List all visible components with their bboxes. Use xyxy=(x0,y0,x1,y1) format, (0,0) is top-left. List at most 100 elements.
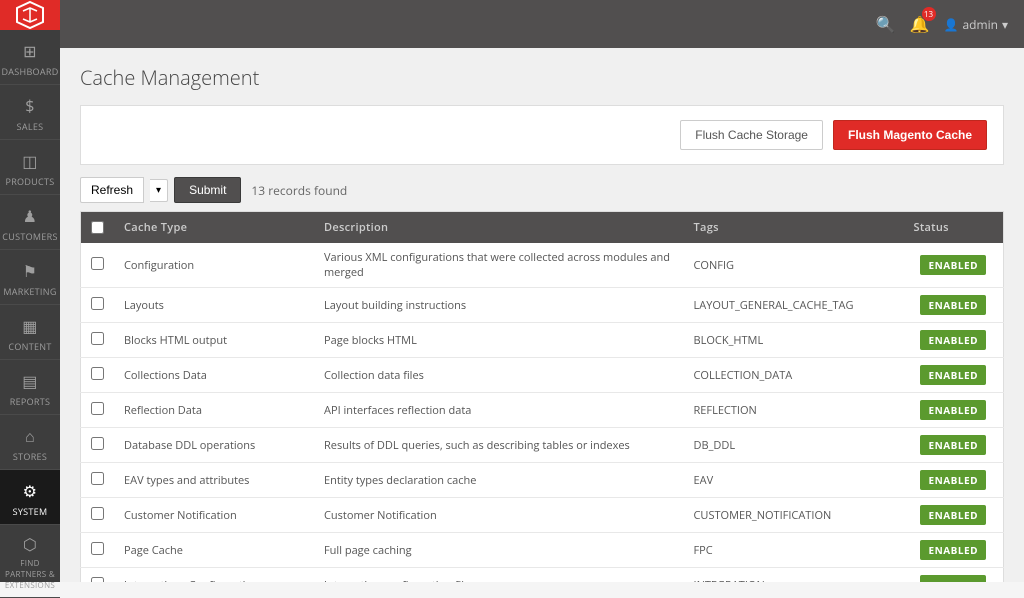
row-checkbox-cell xyxy=(81,243,115,288)
sidebar-item-extensions[interactable]: ⬡ Find Partners & Extensions xyxy=(0,525,60,598)
sidebar-item-label: Customers xyxy=(2,230,57,243)
cache-type-cell: Collections Data xyxy=(114,358,314,393)
dashboard-icon: ⊞ xyxy=(23,40,37,62)
select-all-checkbox[interactable] xyxy=(91,221,104,234)
table-row: EAV types and attributes Entity types de… xyxy=(81,463,1004,498)
table-row: Customer Notification Customer Notificat… xyxy=(81,498,1004,533)
status-badge: ENABLED xyxy=(920,400,986,420)
sidebar: ⊞ Dashboard $ Sales ◫ Products ♟ Custome… xyxy=(0,0,60,582)
top-bar: 🔍 🔔 13 👤 admin ▾ xyxy=(60,0,1024,48)
customers-icon: ♟ xyxy=(23,205,38,227)
description-cell: Layout building instructions xyxy=(314,288,684,323)
sidebar-item-content[interactable]: ▦ Content xyxy=(0,305,60,360)
status-badge: ENABLED xyxy=(920,365,986,385)
sidebar-item-label: Find Partners & Extensions xyxy=(4,558,56,591)
row-checkbox-cell xyxy=(81,568,115,583)
row-checkbox[interactable] xyxy=(91,437,104,450)
cache-type-header: Cache Type xyxy=(114,212,314,244)
tags-cell: DB_DDL xyxy=(684,428,904,463)
status-badge: ENABLED xyxy=(920,505,986,525)
row-checkbox[interactable] xyxy=(91,542,104,555)
sidebar-logo[interactable] xyxy=(0,0,60,30)
notification-bell[interactable]: 🔔 13 xyxy=(910,13,930,35)
description-header: Description xyxy=(314,212,684,244)
content-area: Cache Management Flush Cache Storage Flu… xyxy=(60,48,1024,582)
sidebar-item-marketing[interactable]: ⚑ Marketing xyxy=(0,250,60,305)
status-badge: ENABLED xyxy=(920,540,986,560)
cache-type-cell: Configuration xyxy=(114,243,314,288)
main-content: 🔍 🔔 13 👤 admin ▾ Cache Management Flush … xyxy=(60,0,1024,582)
cache-table: Cache Type Description Tags Status Confi… xyxy=(80,211,1004,582)
reports-icon: ▤ xyxy=(22,370,37,392)
status-cell: ENABLED xyxy=(904,533,1004,568)
status-cell: ENABLED xyxy=(904,243,1004,288)
status-cell: ENABLED xyxy=(904,568,1004,583)
row-checkbox[interactable] xyxy=(91,402,104,415)
flush-magento-cache-button[interactable]: Flush Magento Cache xyxy=(833,120,987,150)
records-count: 13 records found xyxy=(251,182,347,199)
content-icon: ▦ xyxy=(22,315,37,337)
flush-cache-storage-button[interactable]: Flush Cache Storage xyxy=(680,120,823,150)
sidebar-item-sales[interactable]: $ Sales xyxy=(0,85,60,140)
topbar-right: 🔍 🔔 13 👤 admin ▾ xyxy=(876,13,1008,35)
tags-cell: CONFIG xyxy=(684,243,904,288)
status-cell: ENABLED xyxy=(904,428,1004,463)
cache-type-cell: EAV types and attributes xyxy=(114,463,314,498)
table-row: Page Cache Full page caching FPC ENABLED xyxy=(81,533,1004,568)
status-badge: ENABLED xyxy=(920,295,986,315)
tags-cell: REFLECTION xyxy=(684,393,904,428)
row-checkbox-cell xyxy=(81,358,115,393)
marketing-icon: ⚑ xyxy=(23,260,38,282)
sidebar-item-products[interactable]: ◫ Products xyxy=(0,140,60,195)
description-cell: Customer Notification xyxy=(314,498,684,533)
description-cell: API interfaces reflection data xyxy=(314,393,684,428)
table-row: Database DDL operations Results of DDL q… xyxy=(81,428,1004,463)
refresh-dropdown-button[interactable]: ▾ xyxy=(150,179,168,202)
sidebar-item-label: Products xyxy=(5,175,54,188)
cache-type-cell: Layouts xyxy=(114,288,314,323)
status-badge: ENABLED xyxy=(920,330,986,350)
sidebar-item-customers[interactable]: ♟ Customers xyxy=(0,195,60,250)
toolbar: Refresh ▾ Submit 13 records found xyxy=(80,177,1004,203)
products-icon: ◫ xyxy=(22,150,37,172)
row-checkbox[interactable] xyxy=(91,577,104,583)
refresh-label: Refresh xyxy=(91,183,133,197)
sidebar-item-reports[interactable]: ▤ Reports xyxy=(0,360,60,415)
tags-cell: LAYOUT_GENERAL_CACHE_TAG xyxy=(684,288,904,323)
status-badge: ENABLED xyxy=(920,575,986,582)
tags-cell: COLLECTION_DATA xyxy=(684,358,904,393)
cache-type-cell: Blocks HTML output xyxy=(114,323,314,358)
status-header: Status xyxy=(904,212,1004,244)
row-checkbox[interactable] xyxy=(91,297,104,310)
row-checkbox-cell xyxy=(81,393,115,428)
sidebar-item-label: System xyxy=(13,505,48,518)
sidebar-item-label: Content xyxy=(8,340,51,353)
user-menu[interactable]: 👤 admin ▾ xyxy=(944,16,1009,33)
status-badge: ENABLED xyxy=(920,470,986,490)
search-icon[interactable]: 🔍 xyxy=(876,13,896,35)
sidebar-item-dashboard[interactable]: ⊞ Dashboard xyxy=(0,30,60,85)
sidebar-item-system[interactable]: ⚙ System xyxy=(0,470,60,525)
cache-type-cell: Customer Notification xyxy=(114,498,314,533)
refresh-button[interactable]: Refresh xyxy=(80,177,144,203)
row-checkbox[interactable] xyxy=(91,367,104,380)
row-checkbox[interactable] xyxy=(91,507,104,520)
cache-type-cell: Reflection Data xyxy=(114,393,314,428)
row-checkbox[interactable] xyxy=(91,472,104,485)
sidebar-item-stores[interactable]: ⌂ Stores xyxy=(0,415,60,470)
table-row: Collections Data Collection data files C… xyxy=(81,358,1004,393)
submit-button[interactable]: Submit xyxy=(174,177,241,203)
sidebar-item-label: Reports xyxy=(10,395,51,408)
row-checkbox-cell xyxy=(81,533,115,568)
select-all-header xyxy=(81,212,115,244)
tags-cell: CUSTOMER_NOTIFICATION xyxy=(684,498,904,533)
row-checkbox[interactable] xyxy=(91,257,104,270)
sidebar-item-label: Marketing xyxy=(3,285,56,298)
description-cell: Integration configuration file xyxy=(314,568,684,583)
row-checkbox[interactable] xyxy=(91,332,104,345)
sidebar-item-label: Sales xyxy=(17,120,44,133)
table-row: Integrations Configuration Integration c… xyxy=(81,568,1004,583)
sales-icon: $ xyxy=(25,95,34,117)
sidebar-item-label: Stores xyxy=(13,450,47,463)
sidebar-item-label: Dashboard xyxy=(1,65,58,78)
